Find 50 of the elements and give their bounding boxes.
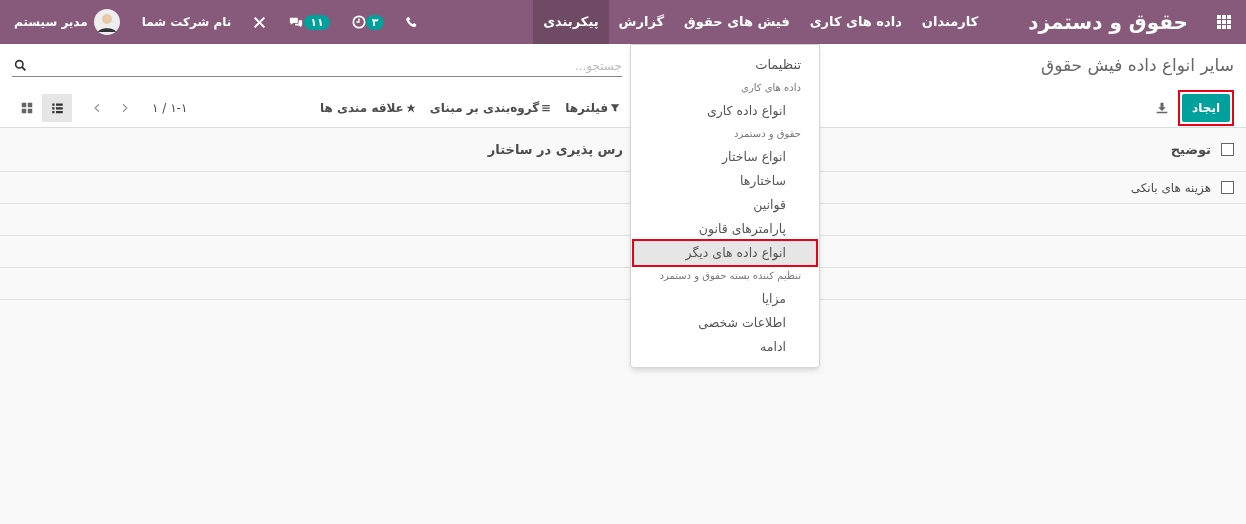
checkbox[interactable]: [1221, 143, 1234, 156]
menu-section-header: تنظیم کننده بسته حقوق و دستمزد: [658, 269, 802, 284]
menu-item[interactable]: اطلاعات شخصی: [634, 311, 816, 335]
previous-icon[interactable]: [92, 101, 102, 114]
star-icon: [405, 102, 416, 113]
tools-icon[interactable]: [253, 15, 267, 29]
company-name[interactable]: نام شرکت شما: [141, 13, 232, 31]
menu-item[interactable]: انواع ساختار: [634, 145, 816, 169]
menu-tab[interactable]: کارمندان: [911, 0, 989, 44]
menu-item[interactable]: ساختارها: [634, 169, 816, 193]
count-badge: ۱۱: [304, 14, 330, 30]
app-brand: حقوق و دستمزد: [1028, 9, 1188, 36]
menu-item[interactable]: انواع داده کاری: [634, 99, 816, 123]
menu-item[interactable]: انواع داده های دیگر: [634, 241, 816, 265]
chat-icon[interactable]: [288, 15, 305, 29]
menu-section-title: تنظیمات: [754, 56, 802, 74]
menu-item[interactable]: ادامه: [634, 335, 816, 359]
table-cell-text: هزینه های بانکی: [1129, 179, 1211, 197]
toolbar-button[interactable]: علاقه مندی ها: [319, 98, 416, 117]
menu-tab[interactable]: پیکربندی: [533, 0, 609, 44]
menu-item[interactable]: قوانین: [634, 193, 816, 217]
clock-icon[interactable]: [351, 15, 366, 29]
pager-text: ۱-۱ / ۱: [152, 99, 188, 117]
menu-section-header: داده های کاری: [740, 81, 802, 95]
download-icon[interactable]: [1156, 101, 1169, 114]
menu-tab[interactable]: فیش های حقوق: [674, 0, 800, 44]
column-header[interactable]: رس پذیری در ساختار: [487, 139, 623, 160]
user-name[interactable]: مدیر سیستم: [14, 13, 88, 31]
list-icon: [541, 102, 552, 113]
phone-icon[interactable]: [406, 16, 419, 28]
count-badge: ۳: [365, 14, 385, 30]
column-header[interactable]: توضیح: [821, 139, 1211, 160]
menu-item[interactable]: پارامترهای قانون: [634, 217, 816, 241]
search-icon[interactable]: [14, 59, 27, 72]
menu-tab[interactable]: داده های کاری: [799, 0, 912, 44]
avatar-icon[interactable]: [93, 9, 120, 35]
search-field[interactable]: جستجو...: [27, 55, 622, 76]
apps-icon[interactable]: [1216, 14, 1232, 30]
checkbox[interactable]: [1221, 181, 1234, 194]
next-icon[interactable]: [120, 101, 130, 114]
menu-item[interactable]: مزایا: [634, 287, 816, 311]
menu-section-header: حقوق و دستمزد: [733, 127, 802, 142]
list-view-icon: [50, 101, 64, 114]
grid-view-icon: [21, 101, 33, 114]
list-view-button[interactable]: [42, 93, 72, 122]
page-title: سایر انواع داده فیش حقوق: [1040, 54, 1234, 78]
menu-tab[interactable]: گزارش: [608, 0, 675, 44]
filter-icon: [610, 102, 621, 113]
toolbar-button[interactable]: گروه‌بندی بر مبنای: [429, 98, 552, 117]
toolbar-button[interactable]: فیلترها: [565, 98, 621, 117]
